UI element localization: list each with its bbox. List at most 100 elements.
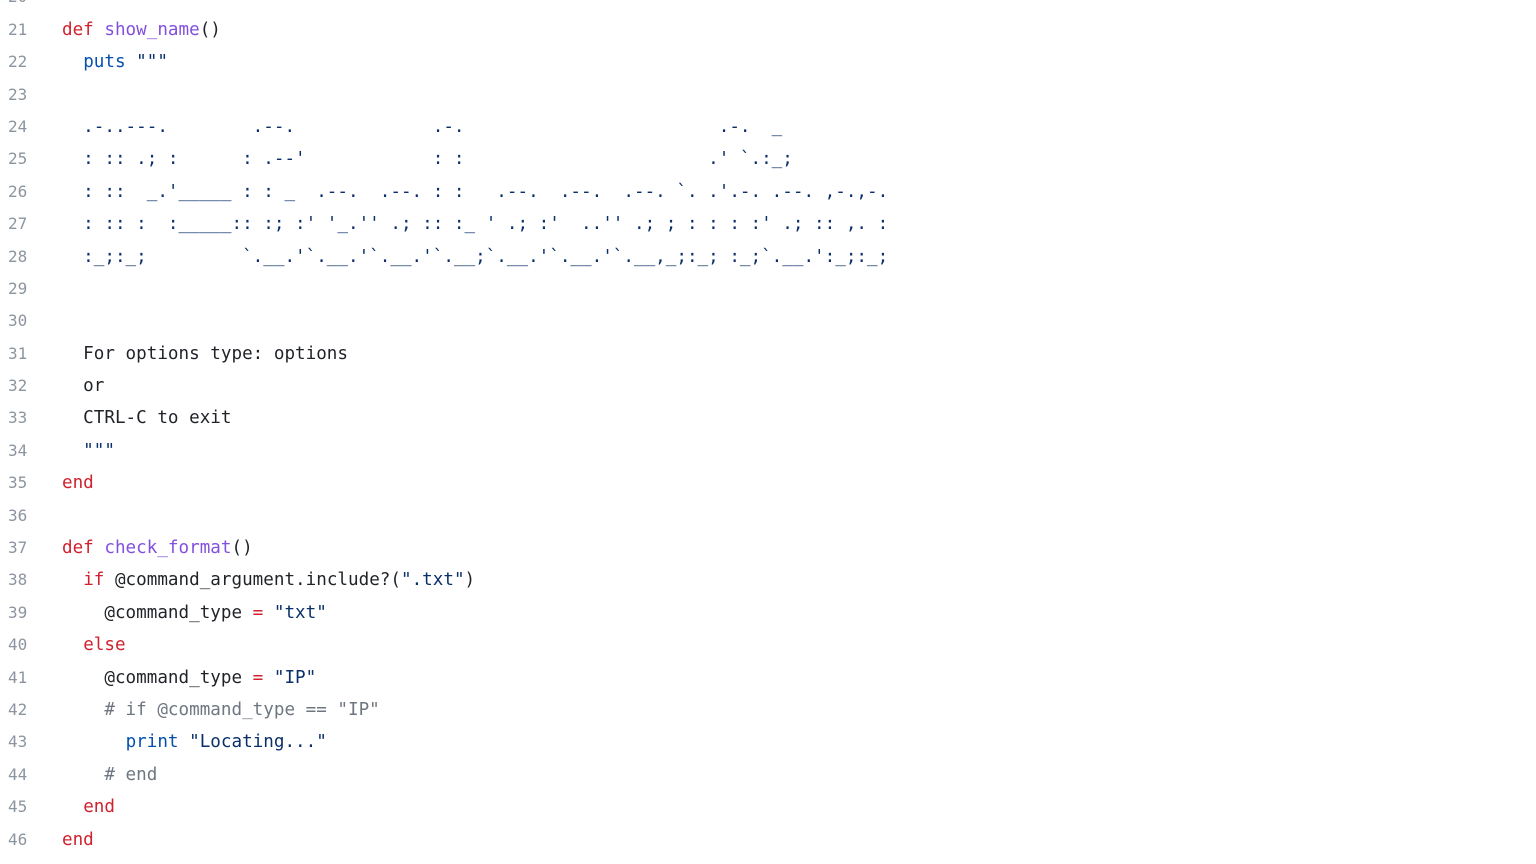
code-token: end xyxy=(62,829,94,850)
code-token: : :: .; : : .--' : : .' `.:_; xyxy=(62,149,793,170)
line-number[interactable]: 35 xyxy=(0,467,62,499)
code-line: 33 CTRL-C to exit xyxy=(0,402,1536,434)
line-number[interactable]: 22 xyxy=(0,46,62,78)
code-token: """ xyxy=(125,52,168,73)
line-number[interactable]: 45 xyxy=(0,791,62,823)
code-line: 42 # if @command_type == "IP" xyxy=(0,694,1536,726)
code-content: : :: _.'_____ : : _ .--. .--. : : .--. .… xyxy=(62,176,888,208)
code-line: 45 end xyxy=(0,791,1536,823)
code-token: puts xyxy=(83,52,126,73)
code-line: 24 .-..---. .--. .-. .-. _ xyxy=(0,111,1536,143)
code-content: def check_format() xyxy=(62,532,253,564)
code-token: () xyxy=(231,538,253,559)
code-line: 39 @command_type = "txt" xyxy=(0,597,1536,629)
code-line: 20 xyxy=(0,0,1536,14)
code-token: """ xyxy=(62,440,115,461)
line-number[interactable]: 44 xyxy=(0,759,62,791)
line-number[interactable]: 20 xyxy=(0,0,62,14)
line-number[interactable]: 29 xyxy=(0,273,62,305)
line-number[interactable]: 27 xyxy=(0,208,62,240)
code-line: 41 @command_type = "IP" xyxy=(0,662,1536,694)
code-line: 23 xyxy=(0,79,1536,111)
code-token: end xyxy=(62,473,94,494)
line-number[interactable]: 23 xyxy=(0,79,62,111)
code-line: 29 xyxy=(0,273,1536,305)
code-line: 44 # end xyxy=(0,759,1536,791)
code-content: """ xyxy=(62,435,115,467)
line-number[interactable]: 25 xyxy=(0,143,62,175)
code-content: : :: : :_____:: :; :' '_.'' .; :: :_ ' .… xyxy=(62,208,888,240)
code-token: end xyxy=(83,797,115,818)
line-number[interactable]: 31 xyxy=(0,338,62,370)
code-content: else xyxy=(62,629,126,661)
code-token: "txt" xyxy=(273,602,327,623)
code-content: @command_type = "IP" xyxy=(62,662,316,694)
code-token: : :: _.'_____ : : _ .--. .--. : : .--. .… xyxy=(62,181,889,202)
code-token: () xyxy=(199,19,221,40)
code-line: 30 xyxy=(0,305,1536,337)
code-token: @command_type xyxy=(62,667,243,688)
line-number[interactable]: 21 xyxy=(0,14,62,46)
line-number[interactable]: 43 xyxy=(0,726,62,758)
code-content: # if @command_type == "IP" xyxy=(62,694,379,726)
line-number[interactable]: 41 xyxy=(0,662,62,694)
code-token: = xyxy=(242,602,274,623)
line-number[interactable]: 38 xyxy=(0,564,62,596)
line-number[interactable]: 40 xyxy=(0,629,62,661)
code-token: "Locating..." xyxy=(178,732,327,753)
code-content: For options type: options xyxy=(62,338,348,370)
code-line: 28 :_;:_; `.__.'`.__.'`.__.'`.__;`.__.'`… xyxy=(0,241,1536,273)
code-line: 25 : :: .; : : .--' : : .' `.:_; xyxy=(0,143,1536,175)
code-content: :_;:_; `.__.'`.__.'`.__.'`.__;`.__.'`.__… xyxy=(62,241,888,273)
code-line: 38 if @command_argument.include?(".txt") xyxy=(0,564,1536,596)
code-token: .-..---. .--. .-. .-. _ xyxy=(62,116,783,137)
line-number[interactable]: 24 xyxy=(0,111,62,143)
code-line: 43 print "Locating..." xyxy=(0,726,1536,758)
code-token: .include?( xyxy=(295,570,401,591)
code-token: def xyxy=(62,19,94,40)
line-number[interactable]: 28 xyxy=(0,241,62,273)
code-content: end xyxy=(62,824,94,856)
code-content: end xyxy=(62,467,94,499)
code-content: @command_type = "txt" xyxy=(62,597,327,629)
code-line: 36 xyxy=(0,500,1536,532)
line-number[interactable]: 30 xyxy=(0,305,62,337)
line-number[interactable]: 36 xyxy=(0,500,62,532)
line-number[interactable]: 37 xyxy=(0,532,62,564)
code-token: ".txt" xyxy=(400,570,465,591)
code-token: or xyxy=(62,376,105,397)
code-token: = xyxy=(242,667,274,688)
code-line: 34 """ xyxy=(0,435,1536,467)
code-token: @command_argument xyxy=(104,570,296,591)
code-line: 35 end xyxy=(0,467,1536,499)
code-token: if xyxy=(83,570,105,591)
code-line: 46 end xyxy=(0,824,1536,856)
code-line: 32 or xyxy=(0,370,1536,402)
code-line: 22 puts """ xyxy=(0,46,1536,78)
line-number[interactable]: 32 xyxy=(0,370,62,402)
code-token: ) xyxy=(464,570,476,591)
line-number[interactable]: 33 xyxy=(0,402,62,434)
code-content: # end xyxy=(62,759,157,791)
line-number[interactable]: 42 xyxy=(0,694,62,726)
code-line: 31 For options type: options xyxy=(0,338,1536,370)
code-token: :_;:_; `.__.'`.__.'`.__.'`.__;`.__.'`.__… xyxy=(62,246,889,267)
line-number[interactable]: 39 xyxy=(0,597,62,629)
code-line: 27 : :: : :_____:: :; :' '_.'' .; :: :_ … xyxy=(0,208,1536,240)
code-content: CTRL-C to exit xyxy=(62,402,231,434)
code-content: puts """ xyxy=(62,46,168,78)
code-content: : :: .; : : .--' : : .' `.:_; xyxy=(62,143,793,175)
code-token: else xyxy=(83,635,126,656)
code-line: 37 def check_format() xyxy=(0,532,1536,564)
line-number[interactable]: 46 xyxy=(0,824,62,856)
line-number[interactable]: 26 xyxy=(0,176,62,208)
line-number[interactable]: 34 xyxy=(0,435,62,467)
code-token: : :: : :_____:: :; :' '_.'' .; :: :_ ' .… xyxy=(62,214,889,235)
code-token: check_format xyxy=(104,538,232,559)
